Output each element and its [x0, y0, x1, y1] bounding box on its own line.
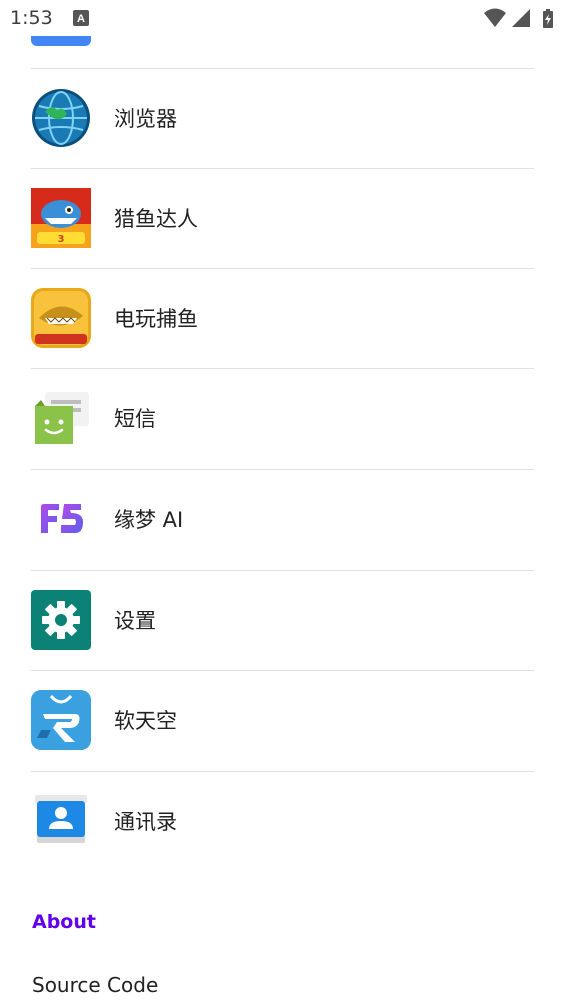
status-icons	[482, 8, 558, 34]
app-label: 设置	[114, 609, 156, 633]
app-item-settings[interactable]: 设置	[0, 570, 565, 670]
partial-app-icon	[31, 36, 91, 46]
app-label: 软天空	[114, 709, 177, 733]
svg-text:A: A	[77, 13, 85, 25]
app-label: 猎鱼达人	[114, 207, 198, 231]
app-item-contacts[interactable]: 通讯录	[0, 771, 565, 871]
keyboard-notification-icon: A	[73, 10, 89, 30]
signal-icon	[512, 9, 530, 27]
app-label: 短信	[114, 407, 156, 431]
svg-text:3: 3	[58, 234, 65, 245]
app-item-yuanmeng-ai[interactable]: 缘梦 AI	[0, 469, 565, 569]
app-item-fishing-master[interactable]: 3 猎鱼达人	[0, 168, 565, 268]
app-item-browser[interactable]: 浏览器	[0, 68, 565, 168]
gear-icon	[31, 590, 91, 650]
globe-icon	[31, 88, 91, 148]
status-bar: 1:53 A	[0, 0, 565, 36]
source-code-item[interactable]: Source Code	[32, 973, 158, 997]
shark-game-icon	[31, 288, 91, 348]
status-time: 1:53	[10, 7, 53, 29]
app-label: 缘梦 AI	[114, 508, 184, 532]
app-label: 浏览器	[114, 107, 177, 131]
battery-icon	[543, 9, 553, 28]
wifi-icon	[484, 8, 506, 27]
app-label: 电玩捕鱼	[114, 307, 198, 331]
app-item-ruantiankong[interactable]: 软天空	[0, 670, 565, 770]
fishing-game-icon: 3	[31, 188, 91, 248]
app-label: 通讯录	[114, 810, 177, 834]
app-item-messages[interactable]: 短信	[0, 368, 565, 468]
fs-logo-icon	[31, 489, 91, 549]
about-section-header: About	[32, 911, 96, 933]
shopping-bag-icon	[31, 690, 91, 750]
messages-icon	[31, 388, 91, 448]
contacts-icon	[31, 791, 91, 851]
app-item-arcade-fishing[interactable]: 电玩捕鱼	[0, 268, 565, 368]
